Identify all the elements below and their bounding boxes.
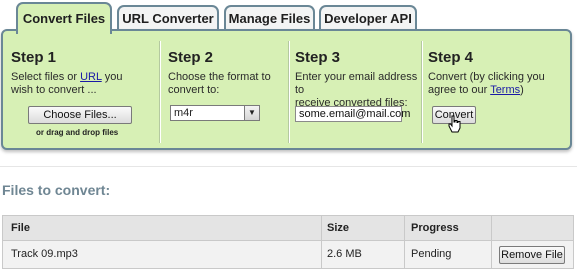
file-progress: Pending	[411, 248, 452, 260]
section-divider	[0, 166, 577, 167]
tab-bar: Convert Files URL Converter Manage Files…	[0, 0, 577, 34]
tab-convert-files[interactable]: Convert Files	[16, 2, 112, 34]
column-header-file: File	[11, 222, 30, 234]
format-select-value: m4r	[174, 107, 193, 119]
column-separator	[321, 216, 322, 268]
tab-developer-api[interactable]: Developer API	[319, 5, 417, 31]
email-field[interactable]: some.email@mail.com	[295, 106, 410, 122]
step-divider	[159, 41, 161, 143]
column-separator	[404, 216, 405, 268]
hand-cursor-icon	[448, 115, 461, 133]
column-header-size: Size	[327, 222, 350, 234]
tab-manage-files[interactable]: Manage Files	[224, 5, 315, 31]
column-separator	[491, 216, 492, 268]
table-header: File Size Progress	[3, 216, 573, 241]
step-4-title: Step 4	[428, 49, 474, 66]
table-row: Track 09.mp3 2.6 MB Pending Remove File	[3, 241, 573, 268]
step-1-description: Select files or URL you wish to convert …	[11, 71, 123, 96]
choose-files-button[interactable]: Choose Files...	[28, 106, 132, 124]
remove-file-button[interactable]: Remove File	[499, 246, 565, 264]
files-table: File Size Progress Track 09.mp3 2.6 MB P…	[2, 215, 574, 269]
conversion-steps-panel: Step 1 Select files or URL you wish to c…	[1, 29, 572, 150]
tab-url-converter[interactable]: URL Converter	[117, 5, 219, 31]
chevron-down-icon[interactable]: ▼	[244, 106, 259, 120]
step-divider	[288, 41, 290, 143]
step-2-title: Step 2	[168, 49, 214, 66]
step-4-description: Convert (by clicking you agree to our Te…	[428, 71, 545, 96]
step-1-title: Step 1	[11, 49, 57, 66]
files-section-title: Files to convert:	[2, 182, 111, 198]
url-link[interactable]: URL	[80, 71, 102, 83]
drag-drop-hint: or drag and drop files	[36, 128, 119, 137]
step-3-description: Enter your email address to receive conv…	[295, 71, 418, 109]
file-size: 2.6 MB	[327, 248, 362, 260]
step-1: Step 1 Select files or URL you wish to c…	[11, 31, 157, 150]
column-header-progress: Progress	[411, 222, 459, 234]
step-2: Step 2 Choose the format to convert to: …	[168, 31, 286, 150]
format-select[interactable]: m4r ▼	[170, 105, 260, 121]
step-3: Step 3 Enter your email address to recei…	[295, 31, 421, 150]
step-divider	[421, 41, 423, 143]
step-2-description: Choose the format to convert to:	[168, 71, 271, 96]
step-4: Step 4 Convert (by clicking you agree to…	[428, 31, 568, 150]
file-name: Track 09.mp3	[11, 248, 78, 260]
terms-link[interactable]: Terms	[490, 84, 520, 96]
step-3-title: Step 3	[295, 49, 341, 66]
